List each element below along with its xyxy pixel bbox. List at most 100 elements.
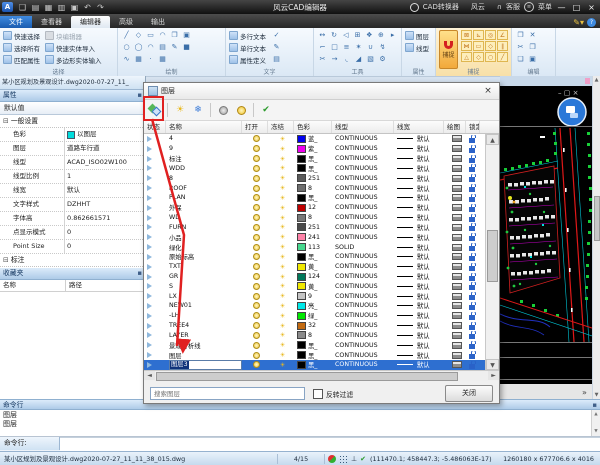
layer-row[interactable]: FURN☀251CONTINUOUS默认 [144, 222, 485, 232]
unlock-icon[interactable] [469, 354, 475, 359]
layer-color-cell[interactable]: 黑_ [294, 341, 332, 350]
layer-lock-cell[interactable] [466, 341, 480, 349]
layer-row[interactable]: 图层3☀黑_CONTINUOUS默认 [144, 360, 485, 370]
layer-lock-cell[interactable] [466, 233, 480, 241]
layer-linetype-cell[interactable]: CONTINUOUS [332, 283, 394, 290]
layer-freeze-cell[interactable]: ☀ [268, 243, 294, 251]
ribbon-button-选择所有[interactable]: 选择所有 [3, 42, 40, 53]
color-swatch[interactable] [297, 322, 306, 330]
layer-lock-cell[interactable] [466, 361, 480, 369]
printer-icon[interactable] [452, 361, 462, 368]
layer-color-cell[interactable]: 9 [294, 292, 332, 300]
pen-style-icon[interactable]: ✎▾ [573, 18, 584, 27]
snap-parallel-icon[interactable]: ∥ [497, 41, 508, 51]
layer-lock-cell[interactable] [466, 273, 480, 281]
section-general[interactable]: ⊟ 一般设置 [0, 115, 145, 128]
pin-icon[interactable]: ▪ [137, 268, 142, 279]
layer-color-cell[interactable]: 黑_ [294, 351, 332, 360]
tab-文件[interactable]: 文件 [0, 16, 32, 28]
layer-linetype-cell[interactable]: CONTINUOUS [332, 224, 394, 231]
layer-on-cell[interactable] [242, 361, 268, 368]
mirror-icon[interactable]: ◁ [340, 30, 351, 41]
color-swatch[interactable] [297, 243, 306, 251]
unlock-icon[interactable] [469, 334, 475, 339]
layer-lock-cell[interactable] [466, 322, 480, 330]
ribbon-button-图层[interactable]: 图层 [405, 30, 429, 41]
layer-row[interactable]: TREE4☀32CONTINUOUS默认 [144, 321, 485, 331]
layer-color-cell[interactable]: 蓝_ [294, 134, 332, 143]
layer-linetype-cell[interactable]: CONTINUOUS [332, 361, 394, 368]
color-swatch[interactable] [297, 282, 306, 290]
layer-linetype-cell[interactable]: CONTINUOUS [332, 293, 394, 300]
layer-freeze-cell[interactable]: ☀ [268, 184, 294, 192]
printer-icon[interactable] [452, 145, 462, 152]
layer-list-scrollbar[interactable]: ▲ ▼ [485, 134, 499, 370]
bulb-on-icon[interactable] [253, 342, 260, 349]
layer-on-cell[interactable] [242, 145, 268, 152]
sun-icon[interactable]: ☀ [280, 174, 286, 182]
unlock-icon[interactable] [469, 148, 475, 153]
layer-freeze-cell[interactable]: ☀ [268, 341, 294, 349]
layer-freeze-cell[interactable]: ☀ [268, 194, 294, 202]
layer-on-cell[interactable] [242, 283, 268, 290]
set-current-icon[interactable]: ✔ [258, 102, 274, 118]
bulb-on-icon[interactable] [253, 263, 260, 270]
ribbon-button-多边形实体输入[interactable]: 多边形实体输入 [45, 54, 102, 65]
bulb-on-icon[interactable] [253, 204, 260, 211]
layer-plot-cell[interactable] [444, 204, 466, 211]
unlock-icon[interactable] [469, 266, 475, 271]
unlock-icon[interactable] [469, 197, 475, 202]
unlock-icon[interactable] [469, 364, 475, 369]
new-layer-icon[interactable] [147, 102, 163, 118]
close-button[interactable]: × [586, 3, 597, 12]
layer-lock-cell[interactable] [466, 263, 480, 271]
property-row[interactable]: Point Size0 [0, 240, 145, 254]
pin-icon[interactable]: ▪ [592, 400, 597, 409]
sun-icon[interactable]: ☀ [280, 135, 286, 143]
layer-on-cell[interactable] [242, 263, 268, 270]
sun-icon[interactable]: ☀ [280, 273, 286, 281]
layer-plot-cell[interactable] [444, 185, 466, 192]
sun-icon[interactable]: ☀ [280, 204, 286, 212]
layer-row[interactable]: 图层☀黑_CONTINUOUS默认 [144, 350, 485, 360]
layer-row[interactable]: 景观分析线☀黑_CONTINUOUS默认 [144, 340, 485, 350]
unlock-icon[interactable] [469, 138, 475, 143]
layer-plot-cell[interactable] [444, 322, 466, 329]
sun-icon[interactable]: ☀ [280, 263, 286, 271]
layer-lineweight-cell[interactable]: 默认 [394, 301, 444, 310]
layer-color-cell[interactable]: 绿_ [294, 311, 332, 320]
ribbon-button-快速选择[interactable]: 快速选择 [3, 30, 40, 41]
layer-lock-cell[interactable] [466, 135, 480, 143]
layer-on-cell[interactable] [242, 224, 268, 231]
rectangle-icon[interactable]: ▭ [145, 30, 156, 41]
snap-midpoint-icon[interactable]: ⋈ [461, 41, 472, 51]
sun-icon[interactable]: ☀ [280, 214, 286, 222]
layer-lineweight-cell[interactable]: 默认 [394, 292, 444, 301]
layer-name-cell[interactable]: 小品 [166, 233, 242, 242]
layer-lineweight-cell[interactable]: 默认 [394, 262, 444, 271]
layer-linetype-cell[interactable]: CONTINUOUS [332, 234, 394, 241]
layer-color-cell[interactable]: 黑_ [294, 252, 332, 261]
bulb-on-icon[interactable] [253, 155, 260, 162]
layer-row[interactable]: TXT☀黄_CONTINUOUS默认 [144, 262, 485, 272]
layer-name-cell[interactable]: 图层3 [166, 360, 242, 370]
layer-color-cell[interactable]: 113 [294, 243, 332, 251]
printer-icon[interactable] [452, 185, 462, 192]
snap-triangle-icon[interactable]: △ [461, 52, 472, 62]
printer-icon[interactable] [452, 224, 462, 231]
layer-lock-cell[interactable] [466, 145, 480, 153]
layer-freeze-cell[interactable]: ☀ [268, 204, 294, 212]
layer-linetype-cell[interactable]: CONTINUOUS [332, 135, 394, 142]
sun-icon[interactable]: ☀ [280, 282, 286, 290]
layer-plot-cell[interactable] [444, 283, 466, 290]
layer-row[interactable]: 标注☀黑_CONTINUOUS默认 [144, 154, 485, 164]
sun-icon[interactable]: ☀ [280, 184, 286, 192]
maximize-button[interactable]: □ [571, 3, 582, 12]
bulb-on-icon[interactable] [253, 322, 260, 329]
color-tool-icon[interactable]: ▧ [365, 54, 376, 65]
printer-icon[interactable] [452, 155, 462, 162]
column-header-名称[interactable]: 名称 [166, 121, 242, 133]
layer-lineweight-cell[interactable]: 默认 [394, 341, 444, 350]
settings-icon[interactable]: ⚙ [377, 54, 388, 65]
layer-on-cell[interactable] [242, 185, 268, 192]
